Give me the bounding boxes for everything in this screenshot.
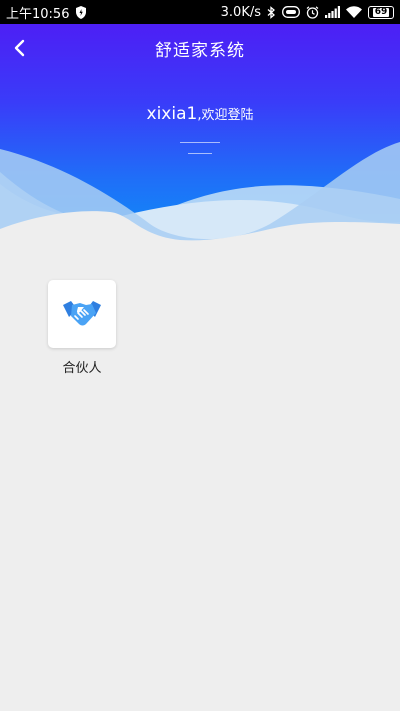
back-button[interactable] (6, 34, 34, 62)
wifi-icon (346, 6, 362, 18)
status-left: 上午10:56 (6, 3, 87, 22)
welcome-message: xixia1,欢迎登陆 (0, 104, 400, 124)
username: xixia1 (146, 104, 198, 124)
header-banner: 舒适家系统 xixia1,欢迎登陆 (0, 24, 400, 246)
welcome-text: ,欢迎登陆 (197, 108, 254, 123)
signal-icon (325, 6, 340, 18)
network-speed: 3.0K/s (220, 4, 261, 20)
nav-bar: 舒适家系统 (0, 24, 400, 72)
app-item-partner[interactable]: 合伙人 (48, 280, 116, 376)
bluetooth-icon (267, 5, 276, 19)
chevron-left-icon (14, 39, 25, 57)
shield-icon (75, 5, 87, 19)
battery-icon: 69 (368, 5, 394, 19)
hd-voice-icon (282, 6, 300, 18)
handshake-icon (63, 301, 101, 326)
app-label: 合伙人 (62, 361, 102, 376)
app-screen: 上午10:56 3.0K/s 69 舒适家系统 xixia1,欢迎登陆 合伙人 (0, 0, 400, 711)
divider-line-short (188, 153, 212, 154)
page-title: 舒适家系统 (155, 40, 245, 61)
battery-level: 69 (372, 6, 390, 17)
alarm-icon (306, 5, 319, 19)
app-tile[interactable] (48, 280, 116, 348)
status-right: 3.0K/s 69 (221, 5, 394, 20)
status-bar: 上午10:56 3.0K/s 69 (0, 0, 400, 24)
divider-line (180, 142, 220, 143)
status-time: 上午10:56 (6, 6, 70, 22)
